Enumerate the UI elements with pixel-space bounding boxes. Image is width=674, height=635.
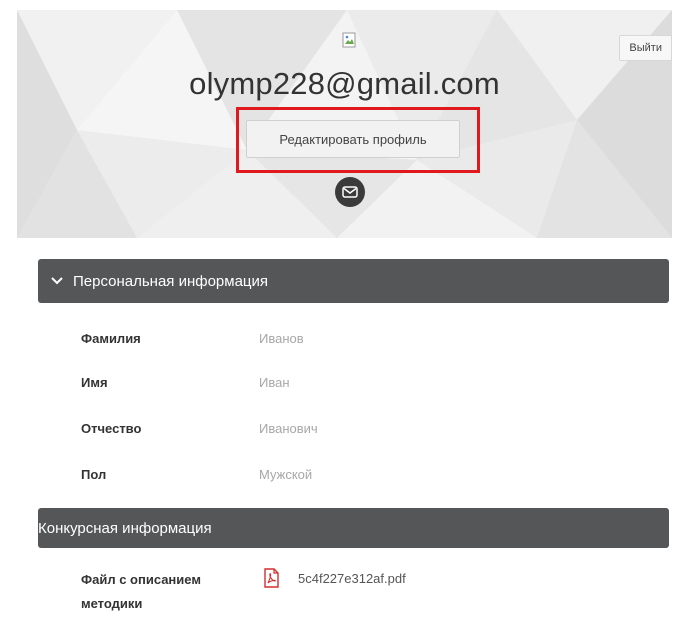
field-label: Фамилия	[81, 331, 141, 346]
field-value: Мужской	[259, 467, 313, 482]
edit-profile-highlight: Редактировать профиль	[236, 107, 480, 173]
section-personal-title: Персональная информация	[73, 272, 269, 290]
section-contest-header[interactable]: Конкурсная информация	[38, 508, 669, 548]
file-download-link[interactable]: 5c4f227e312af.pdf	[262, 568, 406, 588]
field-value: Иванов	[259, 331, 304, 346]
edit-profile-button[interactable]: Редактировать профиль	[246, 120, 460, 158]
pdf-file-icon	[264, 568, 279, 588]
user-email-title: olymp228@gmail.com	[189, 66, 500, 101]
profile-header: olymp228@gmail.com Выйти Редактировать п…	[17, 10, 672, 238]
field-value: Иванович	[259, 421, 318, 436]
logout-button[interactable]: Выйти	[619, 35, 672, 61]
file-name: 5c4f227e312af.pdf	[298, 570, 406, 586]
field-label: Пол	[81, 467, 107, 482]
file-description-label: Файл с описанием методики	[81, 572, 201, 611]
envelope-icon	[342, 186, 358, 198]
field-label: Имя	[81, 375, 108, 390]
profile-page: olymp228@gmail.com Выйти Редактировать п…	[0, 0, 674, 635]
field-label: Отчество	[81, 421, 142, 436]
chevron-down-icon	[51, 277, 63, 285]
mail-button[interactable]	[335, 177, 365, 207]
section-personal-header[interactable]: Персональная информация	[38, 259, 669, 303]
field-value: Иван	[259, 375, 290, 390]
section-contest-title: Конкурсная информация	[38, 519, 212, 537]
broken-image-icon	[342, 32, 356, 48]
